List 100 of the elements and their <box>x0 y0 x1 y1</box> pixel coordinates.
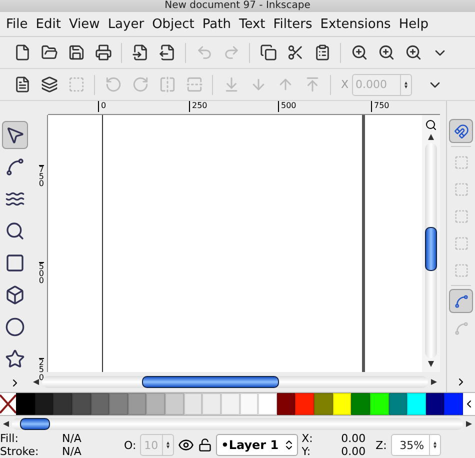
triangle-down-icon[interactable] <box>165 445 172 449</box>
magnifier-icon <box>5 221 25 241</box>
ruler-label: 250 <box>189 101 278 112</box>
flip-vertical-icon <box>186 76 202 93</box>
zoom-input-field[interactable]: 35% <box>390 434 441 456</box>
color-swatch[interactable] <box>444 393 463 415</box>
fill-value: N/A <box>62 432 82 445</box>
menu-item[interactable]: Path <box>198 16 235 32</box>
triangle-down-icon[interactable] <box>432 445 438 449</box>
magnet-icon <box>454 124 468 138</box>
triangle-right-icon[interactable] <box>465 420 473 428</box>
ruler-label: 500 <box>38 262 44 284</box>
arrow-pointer-icon <box>5 125 25 145</box>
menu-item[interactable]: View <box>64 16 104 32</box>
ruler-label: 750 <box>371 101 434 112</box>
no-color-swatch[interactable] <box>0 393 16 415</box>
ruler-label: 500 <box>278 101 371 112</box>
dashed-square-icon <box>454 182 468 196</box>
triangle-right-icon[interactable] <box>430 378 438 386</box>
color-swatch[interactable] <box>53 393 72 415</box>
layers-icon <box>40 76 58 93</box>
color-swatch[interactable] <box>165 393 184 415</box>
color-swatch[interactable] <box>202 393 221 415</box>
color-swatch[interactable] <box>388 393 408 415</box>
color-swatch[interactable] <box>332 393 352 415</box>
color-swatch[interactable] <box>295 393 314 415</box>
color-swatch[interactable] <box>407 393 426 415</box>
circle-icon <box>5 317 25 337</box>
menu-item[interactable]: Help <box>394 16 432 32</box>
color-swatch[interactable] <box>146 393 165 415</box>
new-document-icon <box>14 44 30 61</box>
color-swatch[interactable] <box>351 393 370 415</box>
x-coordinate: 0.00 <box>340 432 366 445</box>
menu-item[interactable]: Text <box>234 16 270 32</box>
printer-icon <box>94 44 112 61</box>
triangle-left-icon[interactable] <box>2 420 10 428</box>
dashed-square-icon <box>454 154 468 170</box>
color-swatch[interactable] <box>16 393 35 415</box>
color-swatch[interactable] <box>34 393 54 415</box>
dashed-square-icon <box>454 262 468 278</box>
snap-button[interactable] <box>449 289 473 313</box>
x-label: X: <box>302 432 314 445</box>
zoom-label: Z: <box>376 438 387 452</box>
menu-item[interactable]: Filters <box>269 16 316 32</box>
star-icon <box>5 349 25 369</box>
menu-item[interactable]: Object <box>148 16 198 32</box>
menu-item[interactable]: File <box>2 16 32 32</box>
menu-item[interactable]: Layer <box>104 16 148 32</box>
window-title: New document 97 - Inkscape <box>0 0 475 12</box>
snap-button[interactable] <box>449 119 473 143</box>
triangle-down-icon[interactable] <box>427 360 435 368</box>
color-swatch[interactable] <box>72 393 90 415</box>
x-label: X <box>341 78 349 91</box>
clipboard-icon <box>314 44 330 61</box>
color-swatch[interactable] <box>220 393 240 415</box>
node-curve-icon <box>454 320 468 336</box>
color-swatch[interactable] <box>128 393 146 415</box>
rotate-left-icon <box>104 76 122 93</box>
opacity-label: O: <box>124 438 136 452</box>
scrollbar-thumb[interactable] <box>20 418 50 430</box>
color-swatch[interactable] <box>90 393 110 415</box>
triangle-left-icon[interactable] <box>32 378 40 386</box>
triangle-up-icon[interactable] <box>165 441 172 445</box>
triangle-up-icon[interactable] <box>432 441 438 445</box>
dashed-square-icon <box>454 236 468 250</box>
color-swatch[interactable] <box>258 393 277 415</box>
copy-icon <box>260 44 276 61</box>
scissors-icon <box>286 44 304 61</box>
dashed-square-icon <box>68 76 84 93</box>
stroke-value: N/A <box>62 445 82 458</box>
y-coordinate: 0.00 <box>340 445 366 458</box>
import-icon <box>132 44 148 61</box>
zoom-icon <box>404 44 422 61</box>
color-swatch[interactable] <box>240 393 258 415</box>
color-swatch[interactable] <box>370 393 388 415</box>
document-icon <box>14 76 30 93</box>
layer-dropdown[interactable]: •Layer 1 <box>216 434 298 456</box>
rotate-right-icon <box>132 76 148 93</box>
export-icon <box>158 44 176 61</box>
arrow-pointer-tool[interactable] <box>2 121 28 149</box>
scrollbar-thumb[interactable] <box>425 227 437 271</box>
folder-icon <box>40 44 58 61</box>
eye-icon[interactable] <box>178 437 194 453</box>
undo-icon <box>196 44 212 61</box>
color-swatch[interactable] <box>314 393 333 415</box>
unlocked-padlock-icon[interactable] <box>198 438 212 452</box>
cube-icon <box>5 285 25 305</box>
scrollbar-thumb[interactable] <box>142 376 279 388</box>
color-swatch[interactable] <box>426 393 444 415</box>
ruler-label: 0 <box>98 101 189 112</box>
triangle-up-icon[interactable] <box>427 133 435 141</box>
square-icon <box>5 253 25 273</box>
dashed-square-icon <box>454 208 468 224</box>
color-swatch[interactable] <box>184 393 202 415</box>
menu-item[interactable]: Edit <box>32 16 65 32</box>
color-swatch[interactable] <box>276 393 296 415</box>
color-swatch[interactable] <box>109 393 128 415</box>
vertical-scrollbar[interactable] <box>422 115 440 372</box>
node-curve-icon <box>454 294 468 308</box>
menu-item[interactable]: Extensions <box>316 16 395 32</box>
